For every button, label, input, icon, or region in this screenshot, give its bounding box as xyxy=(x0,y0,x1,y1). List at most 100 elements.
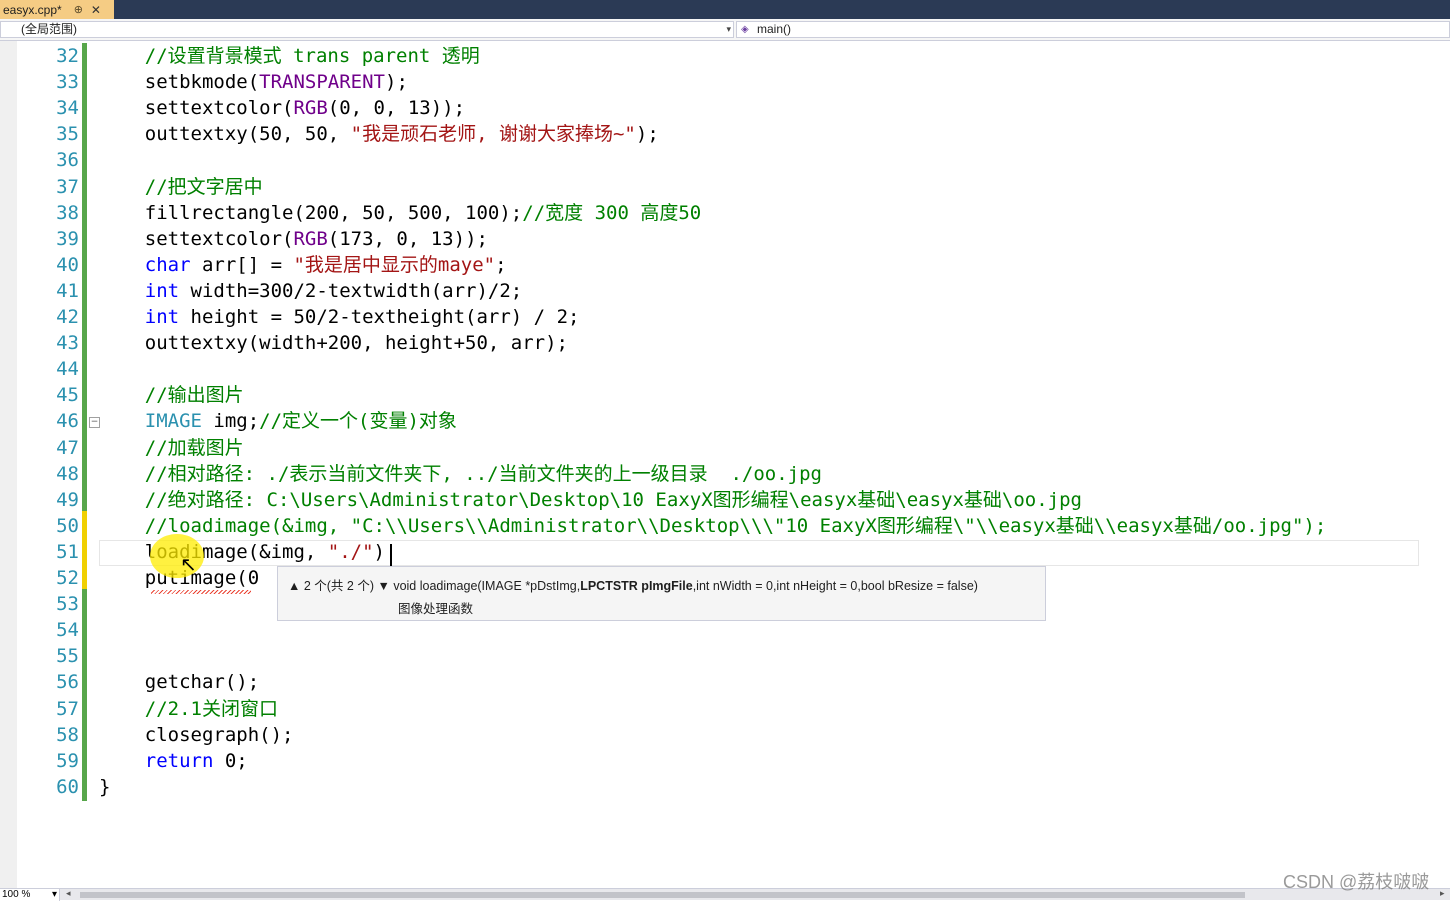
line-number: 59 xyxy=(56,749,79,772)
code-token: //宽度 300 高度50 xyxy=(522,201,702,224)
line-number: 60 xyxy=(56,775,79,798)
function-description: 图像处理函数 xyxy=(398,602,474,616)
code-line[interactable]: 60} xyxy=(0,774,1450,800)
code-line[interactable]: 44 xyxy=(0,356,1450,382)
line-number: 33 xyxy=(56,71,79,94)
document-tab-bar: easyx.cpp* ⊕ ✕ xyxy=(0,0,1450,19)
line-number: 32 xyxy=(56,45,79,67)
code-token: } xyxy=(99,775,111,798)
code-line[interactable]: 48 //相对路径: ./表示当前文件夹下, ../当前文件夹的上一级目录 ./… xyxy=(0,461,1450,487)
tab-title: easyx.cpp* xyxy=(3,2,62,17)
code-line[interactable]: 38 fillrectangle(200, 50, 500, 100);//宽度… xyxy=(0,200,1450,226)
code-line[interactable]: 55 xyxy=(0,643,1450,669)
code-text: outtextxy(50, 50, "我是顽石老师, 谢谢大家捧场~"); xyxy=(99,121,659,147)
code-text: //输出图片 xyxy=(99,382,244,408)
line-number: 46 xyxy=(56,410,79,433)
line-number: 43 xyxy=(56,332,79,355)
code-token: //输出图片 xyxy=(99,384,244,407)
code-line[interactable]: 39 settextcolor(RGB(173, 0, 13)); xyxy=(0,226,1450,252)
overload-counter[interactable]: ▲ 2 个(共 2 个) ▼ xyxy=(288,579,390,593)
code-line[interactable]: 45 //输出图片 xyxy=(0,382,1450,408)
code-token: height = 50/2-textheight(arr) / 2; xyxy=(179,306,580,328)
code-line[interactable]: 42 int height = 50/2-textheight(arr) / 2… xyxy=(0,304,1450,330)
code-token: char xyxy=(99,253,191,276)
line-number: 38 xyxy=(56,201,79,224)
close-icon[interactable]: ✕ xyxy=(91,3,101,17)
code-token: //2.1关闭窗口 xyxy=(99,697,278,720)
collapse-icon[interactable]: − xyxy=(89,417,100,428)
pin-icon[interactable]: ⊕ xyxy=(74,3,83,16)
code-text: closegraph(); xyxy=(99,722,294,748)
code-token: //loadimage(&img, "C:\\Users\\Administra… xyxy=(99,514,1327,537)
code-text: settextcolor(RGB(0, 0, 13)); xyxy=(99,95,465,121)
code-line[interactable]: 46 IMAGE img;//定义一个(变量)对象 xyxy=(0,408,1450,434)
code-text: int height = 50/2-textheight(arr) / 2; xyxy=(99,304,580,330)
line-number: 47 xyxy=(56,436,79,459)
zoom-dropdown[interactable]: 100 % ▾ xyxy=(0,889,60,901)
line-number: 51 xyxy=(56,540,79,563)
code-text: char arr[] = "我是居中显示的maye"; xyxy=(99,252,507,278)
line-number: 39 xyxy=(56,227,79,250)
text-caret xyxy=(390,544,392,566)
signature-prefix: void loadimage(IMAGE *pDstImg, xyxy=(389,579,581,593)
code-text: outtextxy(width+200, height+50, arr); xyxy=(99,330,568,356)
code-token: 0; xyxy=(213,749,248,772)
line-number: 50 xyxy=(56,514,79,537)
code-line[interactable]: 43 outtextxy(width+200, height+50, arr); xyxy=(0,330,1450,356)
code-token: return xyxy=(99,749,214,772)
scope-dropdown[interactable]: (全局范围) ▾ xyxy=(0,21,734,38)
function-label: main() xyxy=(757,22,792,36)
code-line[interactable]: 59 return 0; xyxy=(0,748,1450,774)
code-text: //加载图片 xyxy=(99,435,244,461)
line-number: 40 xyxy=(56,253,79,276)
code-token: outtextxy(50, 50, xyxy=(99,123,351,146)
line-number: 58 xyxy=(56,723,79,746)
code-token: closegraph(); xyxy=(99,723,294,746)
code-line[interactable]: 35 outtextxy(50, 50, "我是顽石老师, 谢谢大家捧场~"); xyxy=(0,121,1450,147)
current-parameter: LPCTSTR pImgFile xyxy=(580,579,693,593)
code-text: //相对路径: ./表示当前文件夹下, ../当前文件夹的上一级目录 ./oo.… xyxy=(99,461,822,487)
code-text: settextcolor(RGB(173, 0, 13)); xyxy=(99,226,488,252)
scroll-left-icon[interactable]: ◂ xyxy=(66,889,71,900)
code-line[interactable]: 49 //绝对路径: C:\Users\Administrator\Deskto… xyxy=(0,487,1450,513)
code-line[interactable]: 47 //加载图片 xyxy=(0,435,1450,461)
navigation-bar: (全局范围) ▾ ◈ main() xyxy=(0,19,1450,41)
code-line[interactable]: 50 //loadimage(&img, "C:\\Users\\Adminis… xyxy=(0,513,1450,539)
code-line[interactable]: 57 //2.1关闭窗口 xyxy=(0,696,1450,722)
chevron-down-icon[interactable]: ▾ xyxy=(52,889,57,901)
code-text: //2.1关闭窗口 xyxy=(99,696,278,722)
code-token: arr[] = xyxy=(190,253,294,276)
code-text: IMAGE img;//定义一个(变量)对象 xyxy=(99,408,457,434)
scroll-right-icon[interactable]: ▸ xyxy=(1440,889,1445,900)
code-line[interactable]: 32 //设置背景模式 trans parent 透明 xyxy=(0,43,1450,69)
chevron-down-icon[interactable]: ▾ xyxy=(726,22,731,37)
line-number: 35 xyxy=(56,123,79,146)
code-token: RGB xyxy=(293,97,328,120)
code-line[interactable]: 37 //把文字居中 xyxy=(0,174,1450,200)
code-token: ); xyxy=(635,123,659,146)
line-number: 48 xyxy=(56,462,79,485)
code-line[interactable]: 58 closegraph(); xyxy=(0,722,1450,748)
code-text: return 0; xyxy=(99,748,248,774)
signature-line: ▲ 2 个(共 2 个) ▼ void loadimage(IMAGE *pDs… xyxy=(288,575,978,594)
code-line[interactable]: 56 getchar(); xyxy=(0,669,1450,695)
code-token: outtextxy(width+200, height+50, arr); xyxy=(99,332,568,355)
code-token: //绝对路径: C:\Users\Administrator\Desktop\1… xyxy=(99,488,1082,511)
line-number: 44 xyxy=(56,358,79,381)
code-line[interactable]: 33 setbkmode(TRANSPARENT); xyxy=(0,69,1450,95)
code-line[interactable]: 54 xyxy=(0,617,1450,643)
line-number: 37 xyxy=(56,175,79,198)
code-token: getchar(); xyxy=(99,671,260,694)
code-text: int width=300/2-textwidth(arr)/2; xyxy=(99,278,523,304)
tab-easyx-cpp[interactable]: easyx.cpp* ⊕ ✕ xyxy=(0,0,114,19)
code-line[interactable]: 41 int width=300/2-textwidth(arr)/2; xyxy=(0,278,1450,304)
code-token: img; xyxy=(201,410,260,433)
code-text: getchar(); xyxy=(99,669,259,695)
code-line[interactable]: 36 xyxy=(0,147,1450,173)
code-line[interactable]: 34 settextcolor(RGB(0, 0, 13)); xyxy=(0,95,1450,121)
line-number: 34 xyxy=(56,97,79,120)
code-line[interactable]: 40 char arr[] = "我是居中显示的maye"; xyxy=(0,252,1450,278)
code-token: //相对路径: ./表示当前文件夹下, ../当前文件夹的上一级目录 ./oo.… xyxy=(99,462,822,485)
function-dropdown[interactable]: ◈ main() xyxy=(736,21,1450,38)
horizontal-scrollbar-thumb[interactable] xyxy=(80,892,1245,898)
